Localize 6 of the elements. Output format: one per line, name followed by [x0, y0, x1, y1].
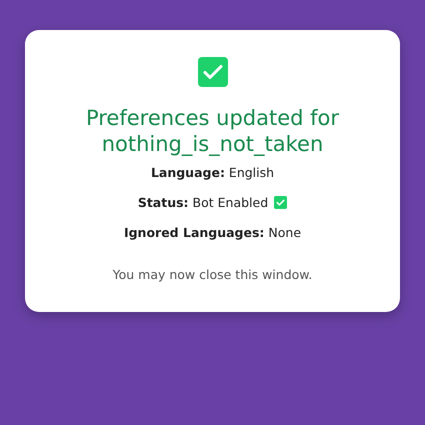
detail-text: Language: English: [150, 164, 274, 180]
success-title: Preferences updated for nothing_is_not_taken: [84, 105, 340, 157]
detail-text: Status: Bot Enabled: [138, 194, 268, 210]
checkmark-icon: [198, 57, 228, 87]
detail-text: Ignored Languages: None: [124, 224, 302, 240]
footer-text: You may now close this window.: [112, 267, 312, 282]
